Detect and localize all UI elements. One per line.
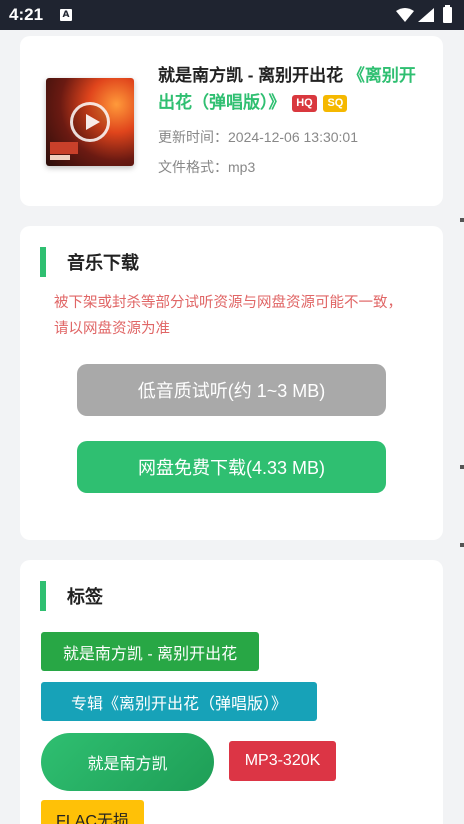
tag-artist[interactable]: 就是南方凯 [41,733,214,791]
download-section-title: 音乐下载 [67,253,139,273]
download-notice: 被下架或封杀等部分试听资源与网盘资源可能不一致，请以网盘资源为准 [54,295,402,337]
hq-badge: HQ [292,95,317,112]
scroll-edge-mark [460,465,464,469]
file-format: 文件格式：mp3 [158,159,256,175]
song-name: 就是南方凯 - 离别开出花 [158,66,344,85]
section-accent-bar [40,247,46,277]
sq-badge: SQ [323,95,348,112]
tags-section-title: 标签 [67,587,103,607]
tag-album[interactable]: 专辑《离别开出花（弹唱版）》 [41,682,317,721]
wifi-icon [396,8,414,22]
scroll-edge-mark [460,543,464,547]
tag-mp3[interactable]: MP3-320K [229,741,336,781]
cover-art-detail [50,142,78,154]
tags-section-header: 标签 [40,581,103,611]
battery-icon [443,5,452,23]
netdisk-download-button[interactable]: 网盘免费下载(4.33 MB) [77,441,386,493]
song-title: 就是南方凯 - 离别开出花 《离别开出花（弹唱版）》 HQ SQ [158,62,418,116]
trial-listen-button[interactable]: 低音质试听(约 1~3 MB) [77,364,386,416]
play-icon[interactable] [70,102,110,142]
tags-card: 标签 就是南方凯 - 离别开出花 专辑《离别开出花（弹唱版）》 就是南方凯 MP… [20,560,443,824]
tag-song[interactable]: 就是南方凯 - 离别开出花 [41,632,259,671]
status-bar: 4:21 A [0,0,464,30]
song-info-card: 就是南方凯 - 离别开出花 《离别开出花（弹唱版）》 HQ SQ 更新时间：20… [20,36,443,206]
tag-flac[interactable]: FLAC无损 [41,800,144,824]
download-section-header: 音乐下载 [40,247,139,277]
notification-a-icon: A [60,9,72,21]
section-accent-bar [40,581,46,611]
update-time: 更新时间：2024-12-06 13:30:01 [158,129,358,145]
status-time: 4:21 [9,5,44,24]
cover-art-detail [50,155,70,160]
scroll-edge-mark [460,218,464,222]
signal-icon [418,8,434,22]
download-card: 音乐下载 被下架或封杀等部分试听资源与网盘资源可能不一致，请以网盘资源为准 低音… [20,226,443,540]
album-cover[interactable] [46,78,134,166]
